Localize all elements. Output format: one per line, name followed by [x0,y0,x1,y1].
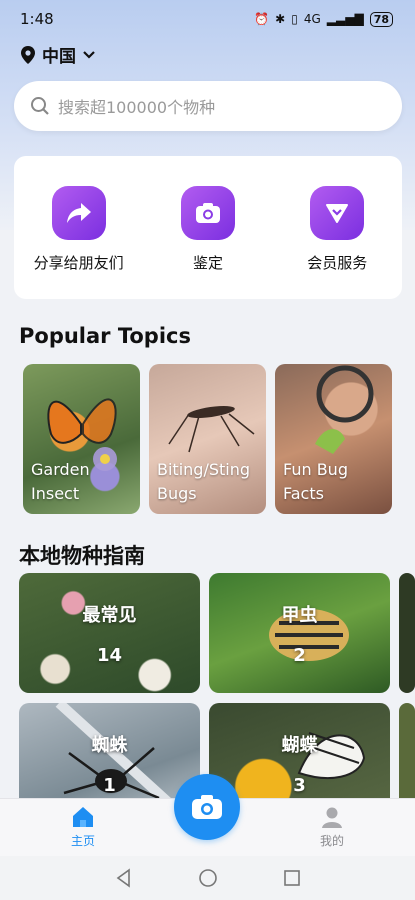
back-icon[interactable] [114,868,134,888]
battery-icon: 78 [369,11,393,27]
recents-icon[interactable] [282,868,302,888]
tab-mine[interactable]: 我的 [302,805,362,849]
tab-home[interactable]: 主页 [53,805,113,849]
identify-camera-button[interactable] [174,774,240,840]
guide-name: 甲虫 [281,605,318,626]
popular-topics-list: Garden Insect Biting/Sting Bugs Fun Bug … [23,364,392,514]
local-guide-grid: 最常见 14 甲虫 2 蜘蛛 1 蝴蝶 3 [19,573,415,799]
home-circle-icon[interactable] [198,868,218,888]
membership-button[interactable]: 会员服务 [282,186,392,273]
heart-diamond-icon [310,186,365,240]
location-label: 中国 [42,47,76,67]
guide-partial-card[interactable] [399,703,415,799]
guide-butterflies[interactable]: 蝴蝶 3 [209,703,390,799]
guide-count: 14 [96,645,123,666]
home-icon [73,807,93,827]
guide-name: 最常见 [82,605,137,626]
local-guide-title: 本地物种指南 [19,544,145,568]
bluetooth-icon: ✱ [275,12,286,26]
guide-count: 1 [103,775,116,796]
search-bar[interactable]: 搜索超100000个物种 [14,81,402,131]
guide-count: 2 [293,645,306,666]
status-time: 1:48 [20,10,54,28]
topic-label: Fun Bug Facts [283,460,348,503]
popular-topics-title: Popular Topics [19,324,191,348]
camera-icon [192,795,222,819]
signal-icon: ▂▃▅▇ [326,12,364,26]
guide-spiders[interactable]: 蜘蛛 1 [19,703,200,799]
status-bar: 1:48 ⏰ ✱ ▯ 4G ▂▃▅▇ 78 [0,0,415,38]
share-arrow-icon [51,186,106,240]
chevron-down-icon [83,50,95,59]
topic-garden-insect[interactable]: Garden Insect [23,364,140,514]
topic-label: Garden Insect [31,460,90,503]
tab-home-label: 主页 [70,834,95,848]
topic-fun-bug-facts[interactable]: Fun Bug Facts [275,364,392,514]
identify-label: 鉴定 [192,254,223,272]
alarm-icon: ⏰ [254,12,270,26]
quick-actions-card: 分享给朋友们 鉴定 会员服务 [14,156,402,299]
status-icons: ⏰ ✱ ▯ 4G ▂▃▅▇ 78 [254,11,393,27]
profile-icon [322,807,342,828]
share-label: 分享给朋友们 [33,254,124,272]
signal-type-icon: 4G [303,12,321,26]
membership-label: 会员服务 [307,254,368,272]
camera-icon [180,186,235,240]
vibrate-icon: ▯ [291,12,298,26]
guide-partial-card[interactable] [399,573,415,693]
guide-name: 蝴蝶 [281,735,318,756]
topic-label: Biting/Sting Bugs [157,460,250,503]
beetle-image [269,609,349,661]
guide-beetles[interactable]: 甲虫 2 [209,573,390,693]
identify-button[interactable]: 鉴定 [153,186,263,273]
guide-most-common[interactable]: 最常见 14 [19,573,200,693]
location-pin-icon [21,45,35,64]
search-placeholder: 搜索超100000个物种 [58,98,216,117]
system-navigation-bar [0,856,415,900]
location-selector[interactable]: 中国 [20,42,96,67]
guide-name: 蜘蛛 [91,735,128,756]
tab-mine-label: 我的 [319,834,344,848]
topic-biting-sting-bugs[interactable]: Biting/Sting Bugs [149,364,266,514]
search-icon [31,97,49,115]
share-button[interactable]: 分享给朋友们 [24,186,134,273]
